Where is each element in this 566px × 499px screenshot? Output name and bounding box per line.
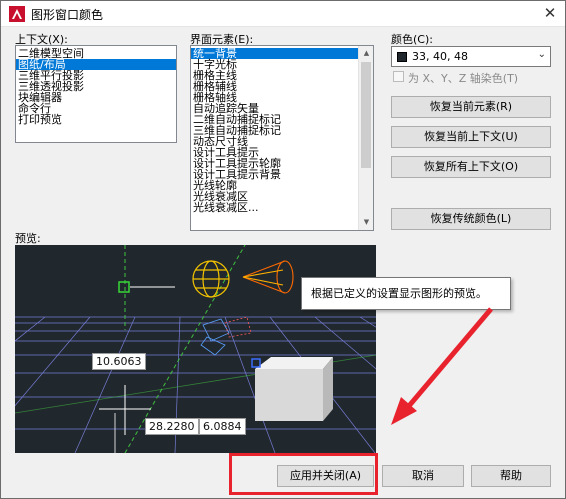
restore-all-contexts-button[interactable]: 恢复所有上下文(O) [391, 156, 551, 178]
tint-axes-label: 为 X、Y、Z 轴染色(T) [408, 72, 519, 85]
title-bar: 图形窗口颜色 ✕ [1, 1, 565, 27]
dimension-value-box: 10.6063 [92, 353, 146, 370]
elements-listbox[interactable]: 统一背景 十字光标 栅格主线 栅格辅线 栅格轴线 自动追踪矢量 二维自动捕捉标记 三维自动捕捉… [190, 45, 374, 231]
snap-marker-icon [118, 281, 130, 293]
color-swatch [397, 52, 407, 62]
context-listbox[interactable]: 二维模型空间 图纸/布局 三维平行投影 三维透视投影 块编辑器 命令行 打印预览 [15, 45, 177, 143]
scroll-down-arrow-icon[interactable]: ▼ [359, 215, 373, 230]
restore-element-button[interactable]: 恢复当前元素(R) [391, 96, 551, 118]
color-value: 33, 40, 48 [412, 50, 468, 63]
elements-scrollbar[interactable]: ▲ ▼ [358, 46, 373, 230]
dialog-window: 图形窗口颜色 ✕ 上下文(X): 二维模型空间 图纸/布局 三维平行投影 三维透视投影… [0, 0, 566, 499]
restore-context-button[interactable]: 恢复当前上下文(U) [391, 126, 551, 148]
point-light-globe-icon [192, 260, 230, 298]
close-button[interactable]: ✕ [535, 1, 565, 27]
coordinate-x-box: 28.2280 [145, 418, 199, 435]
tint-axes-checkbox[interactable] [393, 71, 404, 82]
preview-cube [255, 357, 333, 421]
element-list-item[interactable]: 光线衰减区... [191, 202, 358, 213]
close-icon: ✕ [543, 4, 557, 22]
color-dropdown[interactable]: 33, 40, 48 ⌄ [391, 46, 551, 67]
coordinate-y-box: 6.0884 [199, 418, 246, 435]
annotation-highlight-box [229, 453, 378, 495]
scroll-thumb[interactable] [361, 62, 371, 168]
annotation-arrow-icon [391, 307, 493, 425]
help-button[interactable]: 帮助 [471, 465, 551, 487]
autocad-app-icon [9, 6, 25, 22]
grip-marker-icon [251, 358, 261, 368]
window-title: 图形窗口颜色 [31, 8, 104, 22]
spotlight-cone-icon [242, 260, 294, 294]
chevron-down-icon: ⌄ [537, 49, 546, 60]
cancel-button[interactable]: 取消 [382, 465, 464, 487]
preview-label: 预览: [15, 232, 41, 245]
context-list-item[interactable]: 打印预览 [16, 114, 176, 125]
color-label: 颜色(C): [391, 33, 433, 46]
scroll-up-arrow-icon[interactable]: ▲ [359, 46, 373, 61]
restore-classic-colors-button[interactable]: 恢复传统颜色(L) [391, 208, 551, 230]
